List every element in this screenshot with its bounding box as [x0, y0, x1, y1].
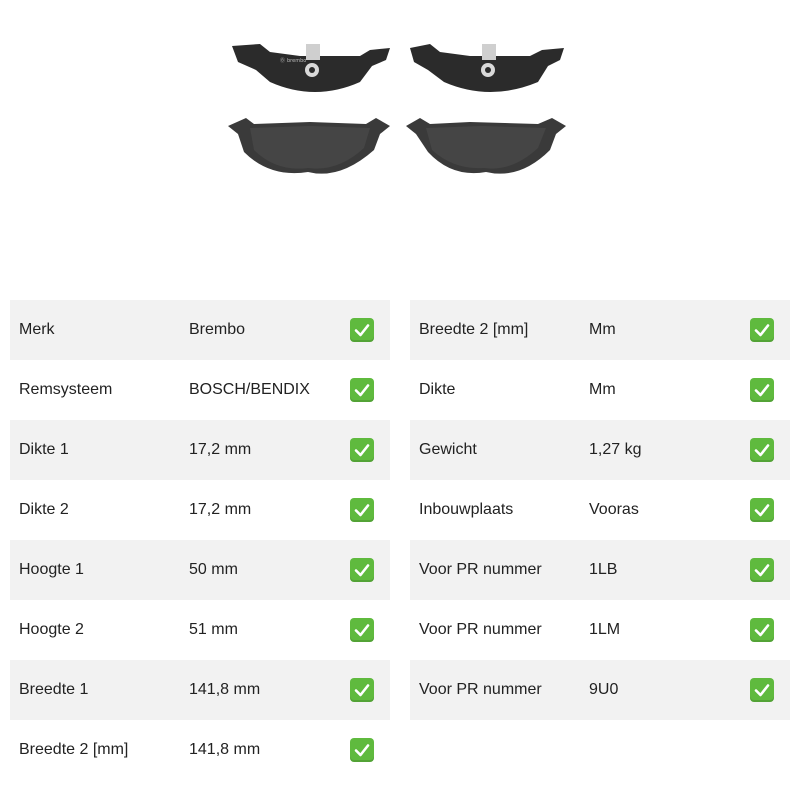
spec-value: BOSCH/BENDIX — [189, 381, 310, 398]
spec-row: Hoogte 1 50 mm — [10, 540, 390, 600]
check-icon — [750, 378, 774, 402]
spec-label: Breedte 2 [mm] — [19, 741, 129, 758]
spec-label: Voor PR nummer — [419, 621, 542, 638]
spec-label: Remsysteem — [19, 381, 113, 398]
spec-row: Voor PR nummer 1LB — [410, 540, 790, 600]
check-icon — [750, 498, 774, 522]
spec-table-left: Merk Brembo Remsysteem BOSCH/BENDIX Dikt… — [10, 300, 390, 780]
spec-label: Gewicht — [419, 441, 477, 458]
check-icon — [750, 618, 774, 642]
check-icon — [350, 378, 374, 402]
brake-pad-top-left: Ⓑ brembo — [232, 44, 390, 92]
spec-value: 1LM — [589, 621, 621, 638]
check-icon — [350, 498, 374, 522]
spec-value: 9U0 — [589, 681, 619, 698]
spec-label: Voor PR nummer — [419, 681, 542, 698]
svg-text:Ⓑ: Ⓑ — [280, 57, 285, 64]
spec-row: Merk Brembo — [10, 300, 390, 360]
spec-value: 141,8 mm — [189, 741, 261, 758]
brand-mark: brembo — [287, 58, 306, 64]
spec-value: 1,27 kg — [589, 441, 642, 458]
spec-label: Voor PR nummer — [419, 561, 542, 578]
check-icon — [350, 438, 374, 462]
check-icon — [350, 678, 374, 702]
spec-value: 1LB — [589, 561, 618, 578]
spec-row: Remsysteem BOSCH/BENDIX — [10, 360, 390, 420]
spec-row: Voor PR nummer 1LM — [410, 600, 790, 660]
spec-row: Dikte 1 17,2 mm — [10, 420, 390, 480]
spec-value: Mm — [589, 321, 616, 338]
spec-label: Breedte 1 — [19, 681, 89, 698]
spec-row: Breedte 2 [mm] Mm — [410, 300, 790, 360]
spec-value: 141,8 mm — [189, 681, 261, 698]
spec-label: Hoogte 2 — [19, 621, 84, 638]
spec-row: Hoogte 2 51 mm — [10, 600, 390, 660]
check-icon — [350, 738, 374, 762]
check-icon — [350, 618, 374, 642]
spec-value: Mm — [589, 381, 616, 398]
spec-label: Dikte — [419, 381, 456, 398]
brake-pad-bottom-right — [406, 118, 566, 174]
spec-table-right: Breedte 2 [mm] Mm Dikte Mm Gewicht 1,27 … — [410, 300, 790, 720]
spec-value: 17,2 mm — [189, 501, 252, 518]
check-icon — [350, 558, 374, 582]
spec-label: Breedte 2 [mm] — [419, 321, 529, 338]
brake-pad-bottom-left — [228, 118, 390, 174]
spec-label: Hoogte 1 — [19, 561, 84, 578]
check-icon — [750, 318, 774, 342]
check-icon — [350, 318, 374, 342]
spec-label: Dikte 2 — [19, 501, 69, 518]
spec-row: Breedte 2 [mm] 141,8 mm — [10, 720, 390, 780]
spec-value: Vooras — [589, 501, 639, 518]
spec-row: Dikte 2 17,2 mm — [10, 480, 390, 540]
spec-label: Inbouwplaats — [419, 501, 514, 518]
check-icon — [750, 678, 774, 702]
spec-value: 17,2 mm — [189, 441, 252, 458]
spec-row: Inbouwplaats Vooras — [410, 480, 790, 540]
brake-pad-top-right — [410, 44, 564, 92]
spec-value: 50 mm — [189, 561, 238, 578]
spec-row: Gewicht 1,27 kg — [410, 420, 790, 480]
spec-label: Merk — [19, 321, 55, 338]
spec-row: Breedte 1 141,8 mm — [10, 660, 390, 720]
check-icon — [750, 438, 774, 462]
check-icon — [750, 558, 774, 582]
spec-row: Voor PR nummer 9U0 — [410, 660, 790, 720]
spec-value: 51 mm — [189, 621, 238, 638]
spec-row: Dikte Mm — [410, 360, 790, 420]
spec-value: Brembo — [189, 321, 246, 338]
spec-label: Dikte 1 — [19, 441, 69, 458]
brake-pads-image: Ⓑ brembo — [228, 44, 566, 174]
